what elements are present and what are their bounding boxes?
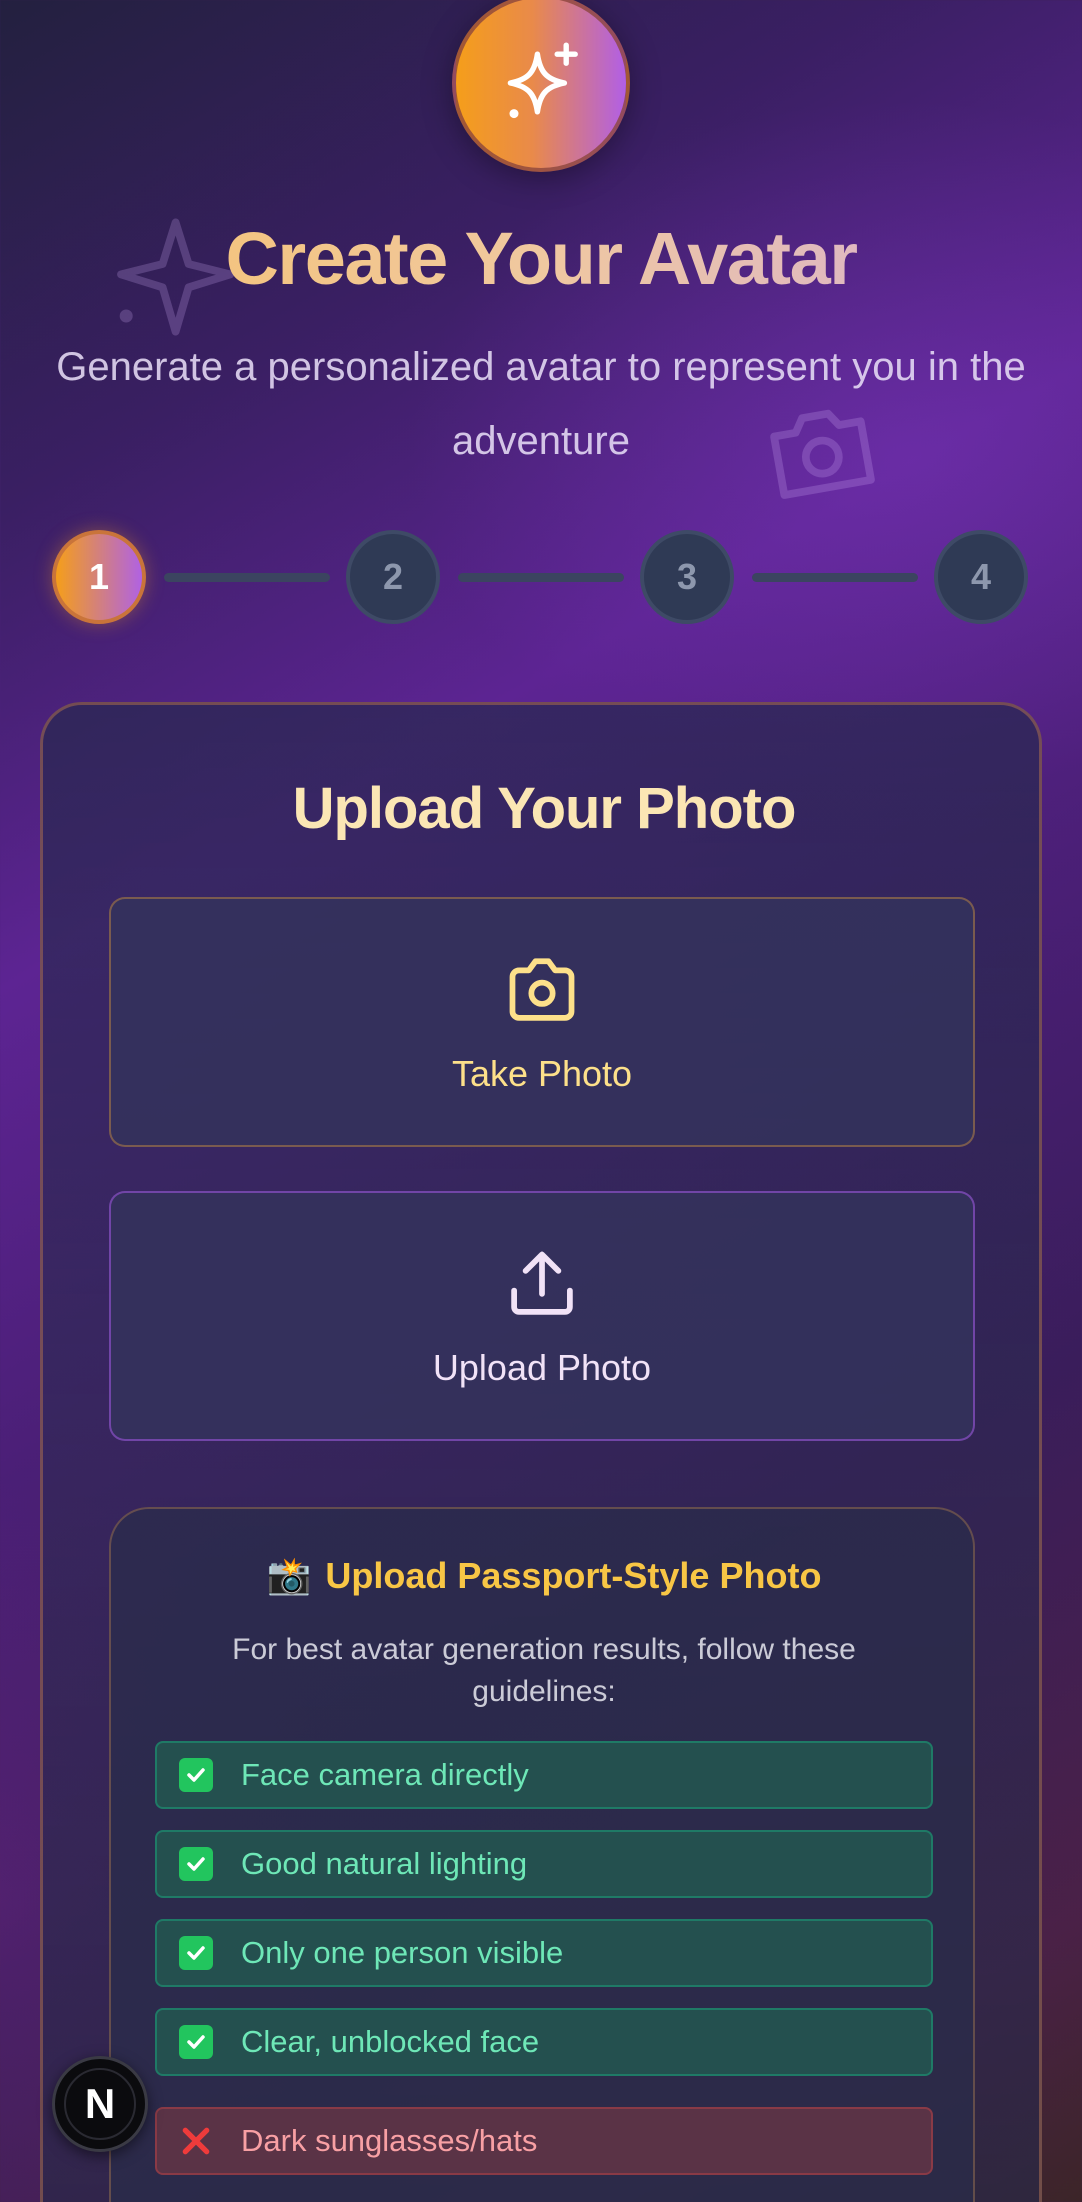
upload-icon	[511, 1251, 573, 1315]
upload-card: Upload Your Photo Take Photo Upload Phot…	[40, 702, 1042, 2202]
progress-stepper: 1 2 3 4	[52, 530, 1028, 624]
cross-icon	[179, 2124, 213, 2158]
guideline-text: Good natural lighting	[241, 1846, 528, 1881]
guideline-do-item: Face camera directly	[155, 1741, 933, 1809]
upload-photo-button[interactable]: Upload Photo	[109, 1191, 975, 1441]
camera-flash-icon: 📸	[266, 1556, 312, 1597]
dev-tools-badge-ring: N	[64, 2068, 136, 2140]
step-1: 1	[52, 530, 146, 624]
guideline-text: Face camera directly	[241, 1757, 529, 1792]
check-box-icon	[179, 1847, 213, 1881]
step-4: 4	[934, 530, 1028, 624]
guidelines-description: For best avatar generation results, foll…	[232, 1633, 856, 1708]
photo-guidelines: 📸 Upload Passport-Style Photo For best av…	[109, 1507, 975, 2202]
check-box-icon	[179, 1758, 213, 1792]
guideline-dont-item: Dark sunglasses/hats	[155, 2107, 933, 2175]
take-photo-label: Take Photo	[451, 1053, 633, 1094]
step-2: 2	[346, 530, 440, 624]
guidelines-title: 📸 Upload Passport-Style Photo	[111, 1555, 977, 1597]
guideline-do-item: Only one person visible	[155, 1919, 933, 1987]
camera-icon	[509, 958, 575, 1021]
guidelines-title-text: Upload Passport-Style Photo	[325, 1555, 822, 1596]
guideline-text: Dark sunglasses/hats	[241, 2123, 538, 2158]
sparkles-icon	[507, 42, 578, 119]
upload-card-title: Upload Your Photo	[292, 776, 797, 841]
step-3: 3	[640, 530, 734, 624]
step-connector	[752, 573, 918, 582]
guideline-do-item: Clear, unblocked face	[155, 2008, 933, 2076]
page-title: Create Your Avatar	[0, 216, 1082, 301]
check-box-icon	[179, 2025, 213, 2059]
upload-photo-label: Upload Photo	[432, 1347, 652, 1388]
app-logo	[452, 0, 630, 172]
dev-tools-badge[interactable]: N	[52, 2056, 148, 2152]
check-box-icon	[179, 1936, 213, 1970]
take-photo-button[interactable]: Take Photo	[109, 897, 975, 1147]
guideline-text: Clear, unblocked face	[241, 2024, 540, 2059]
page-subtitle: Generate a personalized avatar to repres…	[56, 345, 1026, 463]
step-connector	[164, 573, 330, 582]
nextjs-logo-icon: N	[84, 2080, 116, 2127]
guideline-text: Only one person visible	[241, 1935, 564, 1970]
step-connector	[458, 573, 624, 582]
guideline-do-item: Good natural lighting	[155, 1830, 933, 1898]
